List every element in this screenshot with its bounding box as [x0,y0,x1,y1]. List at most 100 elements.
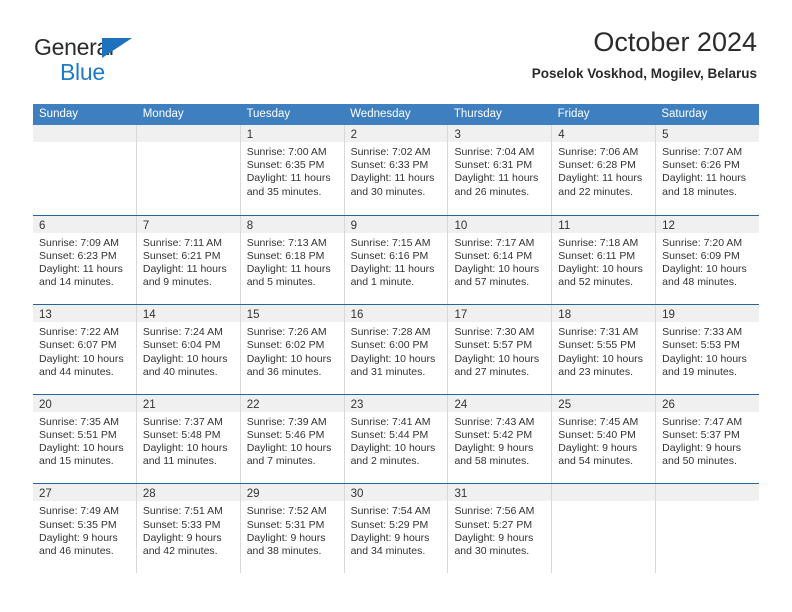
day-cell[interactable]: 9 Sunrise: 7:15 AM Sunset: 6:16 PM Daylight… [343,215,448,305]
day-details: Sunrise: 7:09 AM Sunset: 6:23 PM Daylight:… [33,233,136,290]
daylight-text-line1: Daylight: 10 hours [558,263,643,275]
day-cell[interactable]: 1 Sunrise: 7:00 AM Sunset: 6:35 PM Daylight… [239,125,344,215]
day-number: 1 [246,129,254,141]
daylight-text-line1: Daylight: 10 hours [142,442,228,455]
generalblue-logo[interactable]: General Blue [34,36,132,84]
day-cell[interactable]: 19 Sunrise: 7:33 AM Sunset: 5:53 PM Dayligh… [655,305,760,394]
day-cell[interactable]: 6 Sunrise: 7:09 AM Sunset: 6:23 PM Daylight… [33,215,136,305]
day-number-band: 22 [240,394,344,412]
sunset-text: Sunset: 5:37 PM [662,428,740,441]
day-cell[interactable]: 21 Sunrise: 7:37 AM Sunset: 5:48 PM Dayligh… [135,394,240,484]
location-subtitle: Poselok Voskhod, Mogilev, Belarus [531,66,757,82]
day-cell[interactable]: 4 Sunrise: 7:06 AM Sunset: 6:28 PM Daylight… [551,125,656,215]
day-cell[interactable]: 27 Sunrise: 7:49 AM Sunset: 5:35 PM Dayligh… [33,484,136,573]
day-cell[interactable]: 20 Sunrise: 7:35 AM Sunset: 5:51 PM Dayligh… [33,394,136,484]
calendar-week-row: 13 Sunrise: 7:22 AM Sunset: 6:07 PM Dayligh… [33,304,760,394]
calendar-week-row: 1 Sunrise: 7:00 AM Sunset: 6:35 PM Daylight… [33,125,760,215]
day-cell[interactable]: 26 Sunrise: 7:47 AM Sunset: 5:37 PM Dayligh… [655,394,760,484]
day-number: 22 [246,398,260,411]
day-cell[interactable]: 22 Sunrise: 7:39 AM Sunset: 5:46 PM Dayligh… [239,394,344,484]
day-cell[interactable]: 8 Sunrise: 7:13 AM Sunset: 6:18 PM Daylight… [239,215,344,305]
day-cell[interactable]: 3 Sunrise: 7:04 AM Sunset: 6:31 PM Daylight… [447,125,552,215]
day-number: 5 [662,129,669,141]
day-cell[interactable]: 17 Sunrise: 7:30 AM Sunset: 5:57 PM Dayligh… [447,305,552,394]
day-cell[interactable]: 2 Sunrise: 7:02 AM Sunset: 6:33 PM Daylight… [343,125,448,215]
daylight-text-line1: Daylight: 9 hours [246,531,326,544]
sunset-text: Sunset: 5:44 PM [350,428,429,441]
day-details: Sunrise: 7:00 AM Sunset: 6:35 PM Daylight:… [241,142,344,199]
day-cell[interactable]: 25 Sunrise: 7:45 AM Sunset: 5:40 PM Dayligh… [551,394,656,484]
daylight-text-line1: Daylight: 9 hours [454,531,534,544]
daylight-text-line1: Daylight: 9 hours [39,531,118,544]
day-cell[interactable]: 5 Sunrise: 7:07 AM Sunset: 6:26 PM Daylight… [655,125,760,215]
day-number-band: 17 [448,305,552,323]
day-number: 8 [246,219,254,232]
day-cell[interactable]: 23 Sunrise: 7:41 AM Sunset: 5:44 PM Dayligh… [343,394,448,484]
day-number-band: 9 [344,215,448,233]
day-cell-empty [135,125,240,215]
sunset-text: Sunset: 6:09 PM [662,249,740,262]
daylight-text-line2: and 44 minutes. [39,365,114,378]
day-details: Sunrise: 7:31 AM Sunset: 5:55 PM Daylight:… [552,322,655,379]
sunset-text: Sunset: 6:16 PM [350,249,429,262]
day-cell[interactable]: 10 Sunrise: 7:17 AM Sunset: 6:14 PM Dayligh… [447,215,552,305]
day-number-band: 24 [448,394,552,412]
daylight-text-line2: and 42 minutes. [142,544,218,557]
day-details: Sunrise: 7:33 AM Sunset: 5:53 PM Daylight:… [656,322,759,379]
sunset-text: Sunset: 5:31 PM [246,518,325,531]
sunset-text: Sunset: 6:31 PM [454,159,533,172]
day-cell[interactable]: 28 Sunrise: 7:51 AM Sunset: 5:33 PM Dayligh… [135,484,240,573]
daylight-text-line1: Daylight: 10 hours [350,442,436,455]
day-number-band: 19 [656,305,760,323]
sunrise-text: Sunrise: 7:00 AM [246,146,327,158]
sunset-text: Sunset: 6:02 PM [246,339,325,352]
daylight-text-line1: Daylight: 9 hours [558,442,638,455]
sunrise-text: Sunrise: 7:52 AM [246,505,327,518]
day-number: 16 [350,309,364,322]
day-number: 6 [39,219,46,232]
daylight-text-line2: and 1 minute. [350,276,415,289]
sunrise-text: Sunrise: 7:20 AM [662,236,743,249]
calendar-page: General Blue October 2024 Poselok Voskho… [0,0,792,612]
day-cell[interactable]: 29 Sunrise: 7:52 AM Sunset: 5:31 PM Dayligh… [239,484,344,573]
daylight-text-line2: and 9 minutes. [142,276,212,289]
daylight-text-line2: and 38 minutes. [246,544,322,557]
day-cell[interactable]: 15 Sunrise: 7:26 AM Sunset: 6:02 PM Dayligh… [239,305,344,394]
daylight-text-line2: and 23 minutes. [558,365,634,378]
day-number-band: 12 [656,215,760,233]
day-number-band: 27 [33,484,136,502]
day-number: 12 [662,219,675,232]
sunset-text: Sunset: 6:21 PM [142,249,221,262]
day-number-band: 6 [33,215,136,233]
daylight-text-line1: Daylight: 10 hours [454,263,540,275]
day-cell[interactable]: 24 Sunrise: 7:43 AM Sunset: 5:42 PM Dayligh… [447,394,552,484]
sunset-text: Sunset: 5:35 PM [39,518,117,531]
day-number: 13 [39,309,52,322]
daylight-text-line2: and 46 minutes. [39,544,114,557]
day-cell[interactable]: 30 Sunrise: 7:54 AM Sunset: 5:29 PM Dayligh… [343,484,448,573]
day-cell[interactable]: 11 Sunrise: 7:18 AM Sunset: 6:11 PM Dayligh… [551,215,656,305]
day-details: Sunrise: 7:24 AM Sunset: 6:04 PM Daylight:… [137,322,240,379]
day-cell[interactable]: 13 Sunrise: 7:22 AM Sunset: 6:07 PM Dayligh… [33,305,136,394]
day-details: Sunrise: 7:30 AM Sunset: 5:57 PM Daylight:… [448,322,551,379]
day-cell[interactable]: 18 Sunrise: 7:31 AM Sunset: 5:55 PM Dayligh… [551,305,656,394]
day-cell[interactable]: 12 Sunrise: 7:20 AM Sunset: 6:09 PM Dayligh… [655,215,760,305]
day-number: 31 [454,488,468,501]
day-cell[interactable]: 7 Sunrise: 7:11 AM Sunset: 6:21 PM Daylight… [135,215,240,305]
day-number: 20 [39,398,52,411]
day-number-band: 20 [33,394,136,412]
day-cell[interactable]: 31 Sunrise: 7:56 AM Sunset: 5:27 PM Dayligh… [447,484,552,573]
day-details: Sunrise: 7:04 AM Sunset: 6:31 PM Daylight:… [448,142,551,199]
daylight-text-line2: and 52 minutes. [558,276,634,289]
sunrise-text: Sunrise: 7:30 AM [454,326,535,339]
day-number-band: 4 [552,125,656,142]
sunrise-text: Sunrise: 7:43 AM [454,415,535,428]
day-cell[interactable]: 14 Sunrise: 7:24 AM Sunset: 6:04 PM Dayligh… [135,305,240,394]
sunrise-text: Sunrise: 7:56 AM [454,505,535,518]
sunset-text: Sunset: 5:51 PM [39,428,117,441]
day-cell[interactable]: 16 Sunrise: 7:28 AM Sunset: 6:00 PM Dayligh… [343,305,448,394]
weekday-header-row: Sunday Monday Tuesday Wednesday Thursday Frid… [33,104,759,125]
day-details: Sunrise: 7:20 AM Sunset: 6:09 PM Daylight:… [656,233,759,290]
sunrise-text: Sunrise: 7:02 AM [350,146,431,158]
day-cell-empty [551,484,656,573]
